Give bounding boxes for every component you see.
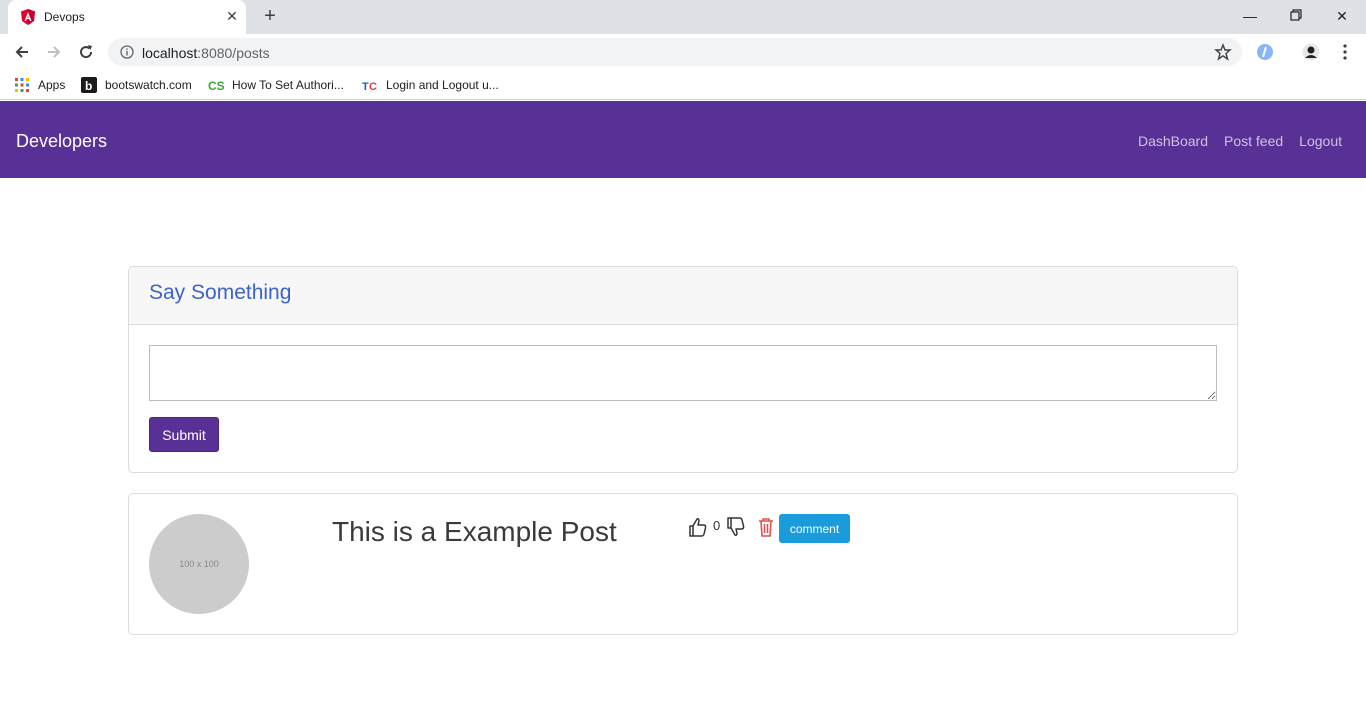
svg-text:T: T <box>362 81 369 93</box>
bookmark-how-to-set[interactable]: CS How To Set Authori... <box>208 76 344 94</box>
browser-tab[interactable]: Devops ✕ <box>8 0 246 34</box>
tc-icon: T C <box>362 81 377 93</box>
post-title: This is a Example Post <box>332 516 617 547</box>
minimize-icon[interactable]: — <box>1240 6 1260 26</box>
angular-icon <box>21 9 35 25</box>
svg-text:CS: CS <box>208 79 224 93</box>
post-form-title: Say Something <box>149 281 292 304</box>
new-tab-icon[interactable]: + <box>260 6 280 27</box>
comment-button[interactable]: comment <box>779 514 850 543</box>
close-icon[interactable]: ✕ <box>224 8 240 24</box>
cs-icon: CS <box>208 79 224 93</box>
submit-button[interactable]: Submit <box>149 417 219 452</box>
like-count: 0 <box>713 518 721 533</box>
browser-toolbar: localhost:8080/posts <box>0 34 1366 70</box>
profile-avatar-icon[interactable] <box>1302 43 1320 61</box>
svg-text:b: b <box>85 79 92 93</box>
brand-link[interactable]: Developers <box>16 131 107 152</box>
menu-dots-icon[interactable] <box>1336 43 1354 61</box>
extension-icon[interactable] <box>1256 43 1274 61</box>
info-icon[interactable] <box>120 45 134 59</box>
nav-links: DashBoard Post feed Logout <box>1122 133 1342 149</box>
bookmark-apps[interactable]: Apps <box>14 76 65 94</box>
trash-icon[interactable] <box>756 516 776 538</box>
bookmark-login-logout[interactable]: T C Login and Logout u... <box>362 76 499 94</box>
bookmarks-bar: Apps b bootswatch.com CS How To Set Auth… <box>0 70 1366 100</box>
back-arrow-icon[interactable] <box>12 42 32 62</box>
thumbs-up-icon[interactable] <box>688 516 708 538</box>
nav-link-logout[interactable]: Logout <box>1299 133 1342 149</box>
avatar-placeholder-text: 100 x 100 <box>179 559 219 569</box>
apps-grid-icon <box>15 78 29 92</box>
star-icon[interactable] <box>1214 43 1232 61</box>
thumbs-down-icon[interactable] <box>726 516 746 538</box>
post-textarea[interactable] <box>149 345 1217 401</box>
avatar: 100 x 100 <box>149 514 249 614</box>
forward-arrow-icon[interactable] <box>44 42 64 62</box>
tab-title: Devops <box>44 10 85 24</box>
nav-link-post-feed[interactable]: Post feed <box>1224 133 1283 149</box>
restore-icon[interactable] <box>1286 6 1306 26</box>
post-form-card: Say Something Submit <box>128 266 1238 473</box>
bookmark-bootswatch[interactable]: b bootswatch.com <box>81 76 192 94</box>
post-form-header: Say Something <box>129 267 1237 325</box>
post-card: 100 x 100 This is a Example Post 0 comme… <box>128 493 1238 635</box>
bootswatch-icon: b <box>81 77 97 93</box>
app-navbar: Developers DashBoard Post feed Logout <box>0 101 1366 178</box>
reload-icon[interactable] <box>76 42 96 62</box>
window-close-icon[interactable]: ✕ <box>1332 6 1352 26</box>
browser-tab-bar: Devops ✕ + — ✕ <box>0 0 1366 34</box>
svg-text:C: C <box>369 81 377 93</box>
address-text: localhost:8080/posts <box>142 45 270 61</box>
nav-link-dashboard[interactable]: DashBoard <box>1138 133 1208 149</box>
address-bar[interactable]: localhost:8080/posts <box>108 38 1242 66</box>
